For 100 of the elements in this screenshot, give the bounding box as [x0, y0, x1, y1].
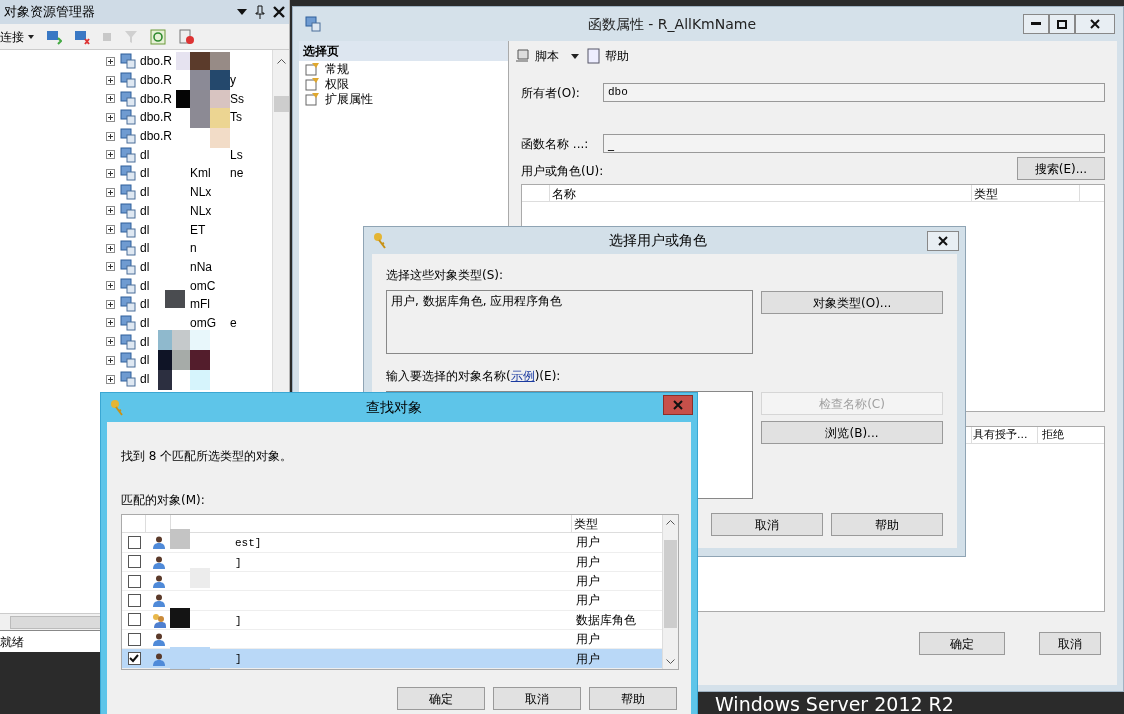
scroll-down-icon[interactable]	[666, 659, 675, 665]
tree-item[interactable]: dl NLx	[0, 201, 272, 221]
expand-icon[interactable]	[106, 299, 115, 309]
result-row[interactable]: 用户	[122, 572, 662, 592]
item-label: omC	[190, 277, 216, 295]
result-row[interactable]: 用户	[122, 630, 662, 650]
tree-item[interactable]: dl ET	[0, 220, 272, 239]
checkbox[interactable]	[127, 555, 141, 569]
function-icon	[120, 333, 136, 350]
owner-field[interactable]: dbo	[603, 83, 1105, 102]
scroll-up-icon[interactable]	[666, 519, 675, 525]
user-icon	[151, 651, 166, 666]
expand-icon[interactable]	[106, 131, 115, 141]
dialog-button[interactable]: 取消	[1039, 632, 1101, 655]
expand-icon[interactable]	[106, 281, 115, 291]
tree-item[interactable]: dl Kml ne	[0, 164, 272, 183]
checkbox[interactable]	[127, 594, 141, 607]
result-row[interactable]: ] 用户	[122, 649, 662, 669]
dropdown-icon[interactable]	[237, 8, 247, 16]
toolbar-button[interactable]: 帮助	[587, 47, 629, 65]
expand-icon[interactable]	[106, 262, 115, 272]
tree-item[interactable]: dl	[0, 332, 272, 351]
checkbox[interactable]	[127, 574, 141, 588]
pin-icon[interactable]	[255, 5, 265, 19]
dialog-button[interactable]: 帮助	[831, 513, 943, 536]
tree-item[interactable]: dl	[0, 369, 272, 389]
checkbox[interactable]	[127, 652, 141, 666]
object-name: est]	[235, 537, 262, 549]
tree-item[interactable]: dl omG e	[0, 313, 272, 333]
page-item[interactable]: 权限	[299, 76, 508, 91]
expand-icon[interactable]	[106, 206, 115, 216]
redaction-block	[190, 52, 210, 70]
tree-item[interactable]: dl mFl	[0, 294, 272, 314]
script-icon[interactable]	[178, 27, 196, 46]
expand-icon[interactable]	[106, 225, 115, 235]
result-row[interactable]: est] 用户	[122, 533, 662, 553]
tree-item[interactable]: dbo.R	[0, 126, 272, 146]
dialog-button[interactable]: 帮助	[589, 687, 677, 710]
tree-item[interactable]: dbo.R Ss	[0, 89, 272, 109]
expand-icon[interactable]	[106, 94, 115, 104]
dialog-button[interactable]: 搜索(E)...	[1017, 157, 1105, 180]
server-icon[interactable]	[46, 28, 62, 45]
name-field[interactable]: _	[603, 134, 1105, 153]
dialog-button[interactable]: 确定	[919, 632, 1005, 655]
result-row[interactable]: 用户	[122, 591, 662, 611]
maximize-button[interactable]	[1049, 14, 1075, 34]
dialog-button[interactable]: 取消	[493, 687, 581, 710]
scroll-up-icon[interactable]	[276, 58, 286, 64]
tree-item[interactable]: dl omC	[0, 276, 272, 295]
dialog-button[interactable]: 对象类型(O)...	[761, 291, 943, 314]
tree-item[interactable]: dl n	[0, 238, 272, 258]
dialog-button[interactable]: 确定	[397, 687, 485, 710]
page-item[interactable]: 扩展属性	[299, 91, 508, 106]
tree-item[interactable]: dl	[0, 351, 272, 370]
item-label: dl	[140, 277, 150, 295]
minimize-button[interactable]	[1023, 14, 1049, 34]
close-icon	[673, 399, 683, 410]
item-label: dl	[140, 184, 150, 202]
expand-icon[interactable]	[106, 355, 115, 365]
expand-icon[interactable]	[106, 374, 115, 384]
caret-icon	[28, 34, 34, 39]
tree-item[interactable]: dbo.R Ts	[0, 108, 272, 127]
expand-icon[interactable]	[106, 150, 115, 160]
function-icon	[120, 314, 136, 331]
expand-icon[interactable]	[106, 112, 115, 122]
close-icon[interactable]	[273, 6, 285, 18]
redaction-block	[158, 350, 172, 370]
object-type: 用户	[575, 534, 601, 552]
connect-button[interactable]: 连接	[0, 27, 34, 46]
function-icon	[305, 16, 321, 32]
checkbox[interactable]	[127, 613, 141, 627]
scroll-thumb[interactable]	[273, 96, 289, 112]
expand-icon[interactable]	[106, 56, 115, 66]
example-link[interactable]: 示例	[510, 369, 535, 383]
dialog-button[interactable]: 浏览(B)...	[761, 421, 943, 444]
function-icon	[120, 72, 136, 89]
checkbox[interactable]	[127, 632, 141, 646]
refresh-icon[interactable]	[150, 28, 166, 45]
close-button[interactable]	[927, 230, 959, 251]
tree-item[interactable]: dl nNa	[0, 257, 272, 277]
expand-icon[interactable]	[106, 318, 115, 328]
tree-item[interactable]: dl Ls	[0, 145, 272, 165]
close-button[interactable]	[1075, 14, 1115, 34]
expand-icon[interactable]	[106, 168, 115, 178]
scroll-thumb[interactable]	[664, 540, 677, 628]
expand-icon[interactable]	[106, 75, 115, 85]
item-label: ne	[230, 165, 244, 183]
tree-item[interactable]: dbo.R	[0, 52, 272, 71]
server-icon[interactable]	[74, 28, 90, 45]
function-icon	[120, 352, 136, 369]
expand-icon[interactable]	[106, 337, 115, 347]
checkbox[interactable]	[127, 535, 141, 549]
close-button[interactable]	[663, 394, 693, 415]
expand-icon[interactable]	[106, 243, 115, 253]
tree-item[interactable]: dbo.R y	[0, 70, 272, 90]
expand-icon[interactable]	[106, 187, 115, 197]
page-item[interactable]: 常规	[299, 61, 508, 76]
toolbar-button[interactable]: 脚本	[515, 47, 579, 65]
tree-item[interactable]: dl NLx	[0, 182, 272, 202]
dialog-button[interactable]: 取消	[711, 513, 823, 536]
